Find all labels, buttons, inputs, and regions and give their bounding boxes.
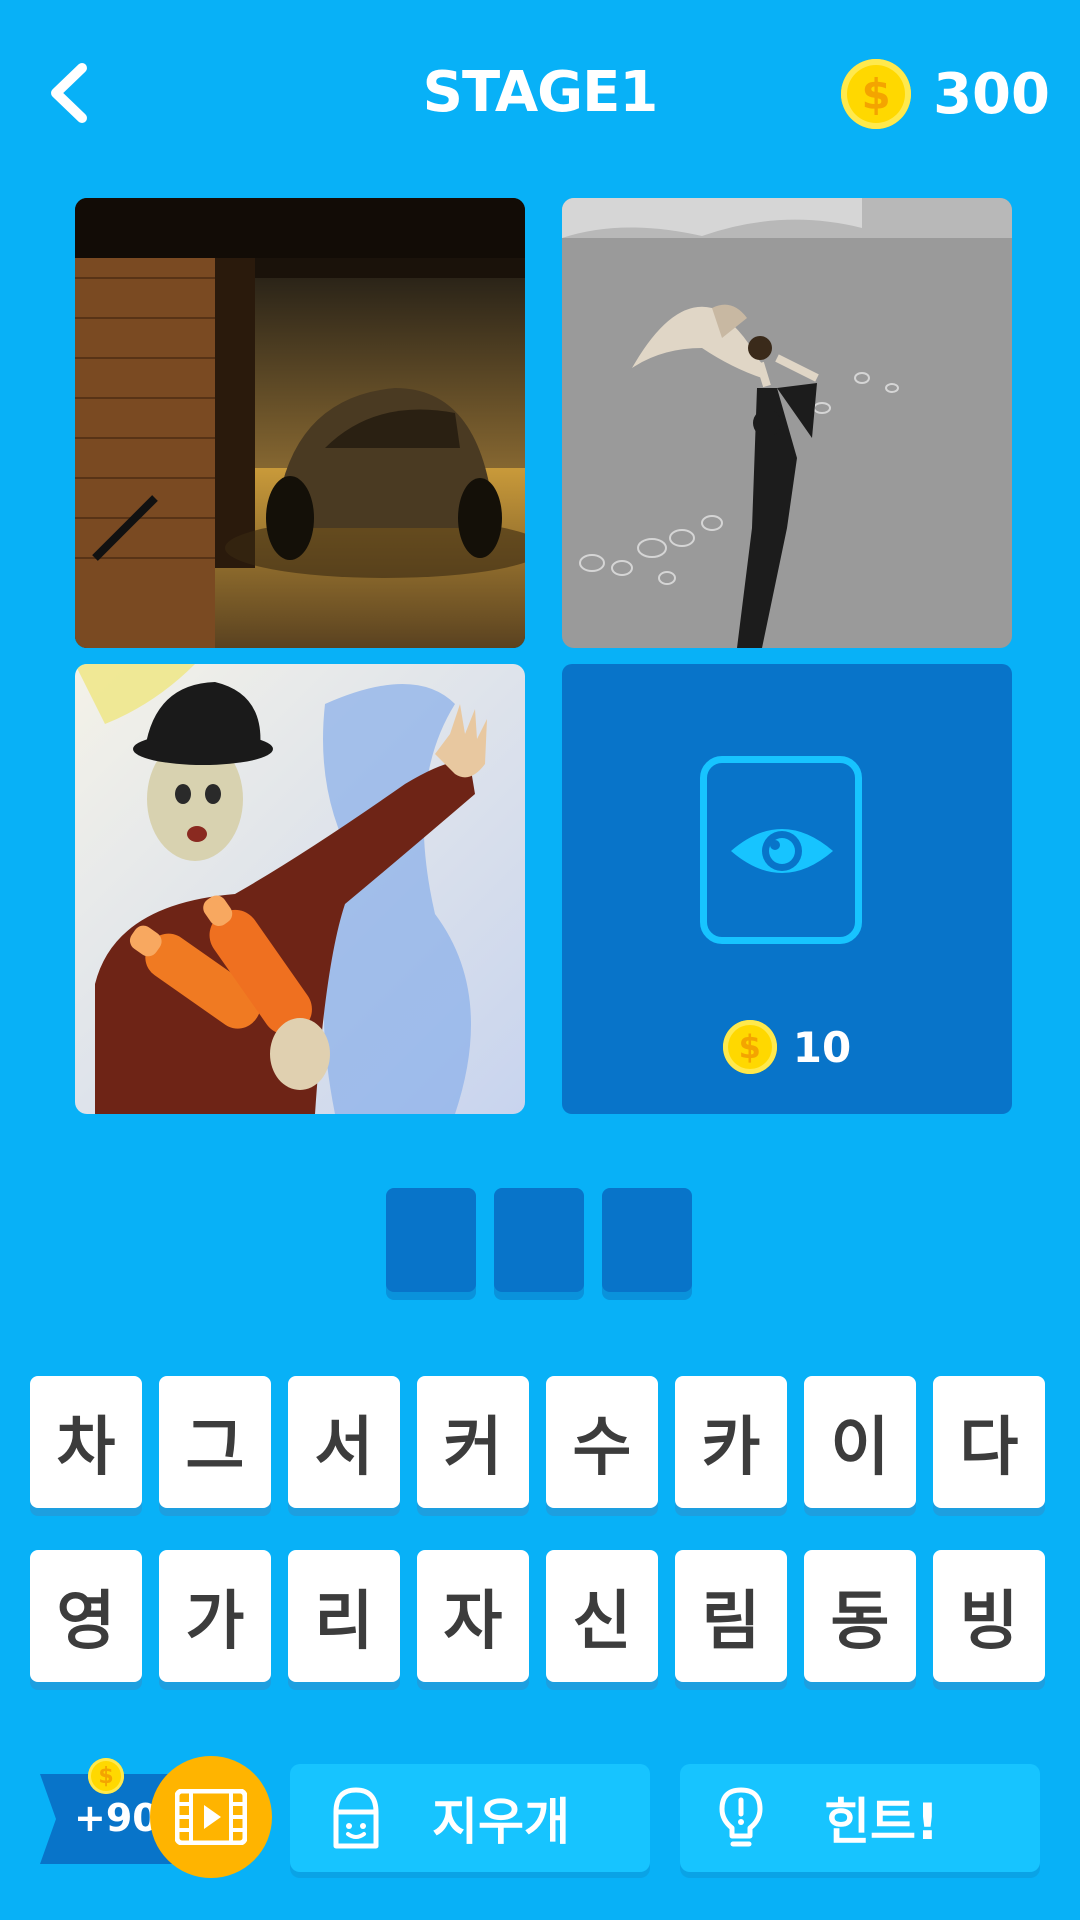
answer-slot[interactable] <box>602 1188 692 1292</box>
letter-key[interactable]: 영 <box>30 1550 142 1682</box>
letter-key[interactable]: 림 <box>675 1550 787 1682</box>
answer-slot[interactable] <box>494 1188 584 1292</box>
letter-keyboard: 차 그 서 커 수 카 이 다 영 가 리 자 신 림 동 빙 <box>30 1376 1050 1682</box>
mime-photo <box>75 664 525 1114</box>
car-photo <box>75 198 525 648</box>
eraser-label: 지우개 <box>432 1793 570 1851</box>
answer-slots <box>386 1188 692 1292</box>
letter-key[interactable]: 이 <box>804 1376 916 1508</box>
coin-balance: $ 300 <box>841 58 1050 130</box>
hidden-card-frame <box>700 756 862 944</box>
letter-key[interactable]: 동 <box>804 1550 916 1682</box>
video-reward-amount: +90 <box>74 1796 159 1840</box>
picture-diver[interactable] <box>562 198 1012 648</box>
hint-button[interactable]: 힌트! <box>680 1764 1040 1872</box>
lightbulb-icon <box>719 1787 763 1847</box>
letter-key[interactable]: 카 <box>675 1376 787 1508</box>
letter-key[interactable]: 가 <box>159 1550 271 1682</box>
diver-photo <box>562 198 1012 648</box>
letter-key[interactable]: 신 <box>546 1550 658 1682</box>
coin-icon: $ <box>841 59 912 129</box>
answer-slot[interactable] <box>386 1188 476 1292</box>
picture-car[interactable] <box>75 198 525 648</box>
coin-icon: $ <box>88 1758 124 1794</box>
hint-label: 힌트! <box>824 1793 939 1851</box>
letter-key[interactable]: 차 <box>30 1376 142 1508</box>
reveal-picture-tile[interactable]: $ 10 <box>562 664 1012 1114</box>
eye-icon <box>731 829 833 873</box>
letter-key[interactable]: 빙 <box>933 1550 1045 1682</box>
letter-key[interactable]: 자 <box>417 1550 529 1682</box>
picture-mime[interactable] <box>75 664 525 1114</box>
coin-count: 300 <box>933 61 1050 127</box>
eraser-button[interactable]: 지우개 <box>290 1764 650 1872</box>
eraser-icon <box>333 1787 379 1849</box>
coin-icon: $ <box>722 1020 777 1074</box>
reveal-cost: $ 10 <box>562 1020 1012 1074</box>
letter-key[interactable]: 그 <box>159 1376 271 1508</box>
letter-key[interactable]: 커 <box>417 1376 529 1508</box>
letter-key[interactable]: 수 <box>546 1376 658 1508</box>
letter-key[interactable]: 다 <box>933 1376 1045 1508</box>
reveal-cost-value: 10 <box>792 1022 852 1072</box>
letter-key[interactable]: 서 <box>288 1376 400 1508</box>
letter-key[interactable]: 리 <box>288 1550 400 1682</box>
film-play-icon <box>175 1789 247 1845</box>
watch-video-button[interactable] <box>150 1756 272 1878</box>
